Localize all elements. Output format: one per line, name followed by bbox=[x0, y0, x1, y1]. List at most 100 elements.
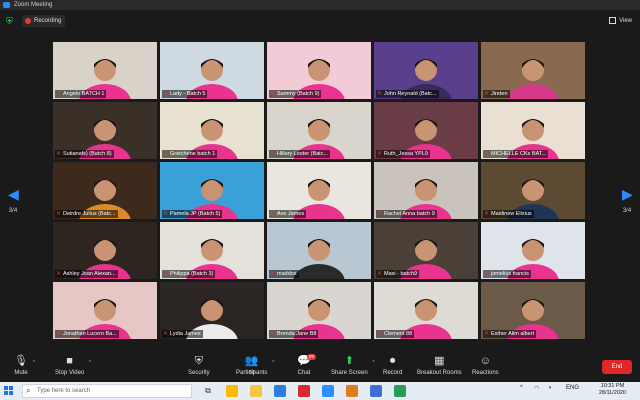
chat-button[interactable]: 💬 99 Chat bbox=[297, 354, 317, 376]
participant-name: ✕ Sammy (Batch 9) bbox=[269, 90, 322, 98]
language-indicator[interactable]: ENG bbox=[566, 385, 579, 391]
participant-name: ✕ Pamela JP (Batch 5) bbox=[162, 210, 223, 218]
netflix-icon[interactable] bbox=[298, 385, 310, 397]
muted-mic-icon: ✕ bbox=[270, 151, 276, 157]
chat-badge: 99 bbox=[307, 354, 317, 360]
chat-label: Chat bbox=[297, 370, 311, 376]
participant-tile[interactable]: ✕ Clement 88 bbox=[374, 282, 478, 339]
chrome-icon[interactable] bbox=[226, 385, 238, 397]
mute-button[interactable]: 🎙 Mute ^ bbox=[14, 355, 35, 376]
participant-tile[interactable]: ✕ jomelius francis bbox=[481, 222, 585, 279]
taskbar-search-input[interactable]: ⌕ Type here to search bbox=[22, 384, 192, 398]
participant-name-label: Deirdre Julius (Batc... bbox=[63, 211, 116, 217]
participant-tile[interactable]: ✕ Lydia James bbox=[160, 282, 264, 339]
participant-tile[interactable]: ✕ Gretchene batch 1 bbox=[160, 102, 264, 159]
participant-name-label: maddox bbox=[277, 271, 297, 277]
tray-chevron-icon[interactable]: ^ bbox=[520, 385, 523, 391]
participant-tile[interactable]: ✕ Deirdre Julius (Batc... bbox=[53, 162, 157, 219]
participants-button[interactable]: 👥89 Participants ^ bbox=[236, 355, 274, 376]
breakout-label: Breakout Rooms bbox=[417, 370, 462, 376]
participant-name: ✕ jomelius francis bbox=[483, 270, 531, 278]
participant-name-label: Maxi - batch9 bbox=[384, 271, 418, 277]
participant-tile[interactable]: ✕ Ashley Joan Alexan... bbox=[53, 222, 157, 279]
task-view-icon[interactable]: ⧉ bbox=[202, 385, 214, 397]
participant-tile[interactable]: ✕ Brenda Jane B8 bbox=[267, 282, 371, 339]
muted-mic-icon: ✕ bbox=[56, 271, 62, 277]
muted-mic-icon: ✕ bbox=[377, 151, 383, 157]
participant-name-label: Sammy (Batch 9) bbox=[277, 91, 320, 97]
chevron-up-icon[interactable]: ^ bbox=[89, 360, 91, 366]
participant-tile[interactable]: ✕ Ruth_Jessa YPL9 bbox=[374, 102, 478, 159]
speaker-icon[interactable]: ◖ bbox=[548, 385, 552, 391]
participant-tile[interactable]: ✕ Sutianafs) (Batch 8) bbox=[53, 102, 157, 159]
clock-date: 28/11/2020 bbox=[598, 390, 626, 396]
participant-name-label: Hillary Lester (Batc... bbox=[277, 151, 329, 157]
security-button[interactable]: ⛨ Security bbox=[188, 355, 210, 376]
participant-name: ✕ Jireten bbox=[483, 90, 510, 98]
participant-name: ✕ Gretchene batch 1 bbox=[162, 150, 218, 158]
participant-tile[interactable]: ✕ Philippa (Batch 3) bbox=[160, 222, 264, 279]
participant-name: ✕ Hillary Lester (Batc... bbox=[269, 150, 331, 158]
participant-tile[interactable]: ✕ Maxi - batch9 bbox=[374, 222, 478, 279]
reactions-button[interactable]: ☺ Reactions bbox=[472, 355, 499, 376]
participants-label: Participants bbox=[236, 370, 268, 376]
chevron-up-icon[interactable]: ^ bbox=[372, 360, 374, 366]
view-button[interactable]: View bbox=[609, 15, 632, 27]
recording-dot-icon bbox=[25, 18, 31, 24]
share-screen-button[interactable]: ⬆ Share Screen ^ bbox=[331, 355, 375, 376]
shield-icon[interactable]: ⛨ bbox=[6, 16, 15, 26]
smiley-icon: ☺ bbox=[479, 355, 491, 367]
windows-taskbar: ⌕ Type here to search ⧉ ^ ◠ ◖ ENG 10:31 … bbox=[0, 382, 640, 400]
edge-icon[interactable] bbox=[274, 385, 286, 397]
prev-page-button[interactable]: ◀ bbox=[8, 187, 19, 201]
participant-tile[interactable]: ✕ Esther Alim albert bbox=[481, 282, 585, 339]
wifi-icon[interactable]: ◠ bbox=[534, 385, 539, 392]
participant-name: ✕ MICHELLE CKs BAT... bbox=[483, 150, 549, 158]
window-titlebar: Zoom Meeting bbox=[0, 0, 640, 10]
record-button[interactable]: ⏺ Record bbox=[383, 355, 402, 376]
participant-tile[interactable]: ✕ MICHELLE CKs BAT... bbox=[481, 102, 585, 159]
next-page-button[interactable]: ▶ bbox=[622, 187, 633, 201]
muted-mic-icon: ✕ bbox=[56, 331, 62, 337]
participant-tile[interactable]: ✕ Maidinew Elixius bbox=[481, 162, 585, 219]
muted-mic-icon: ✕ bbox=[484, 91, 490, 97]
participant-name-label: jomelius francis bbox=[491, 271, 529, 277]
participant-name: ✕ Brenda Jane B8 bbox=[269, 330, 319, 338]
participant-tile[interactable]: ✕ Ave James bbox=[267, 162, 371, 219]
participant-name-label: John Reynald (Batc... bbox=[384, 91, 437, 97]
participant-name-label: Angelo BATCH 1 bbox=[63, 91, 105, 97]
word-icon[interactable] bbox=[370, 385, 382, 397]
zoom-icon[interactable] bbox=[322, 385, 334, 397]
participant-tile[interactable]: ✕ Lady - Batch 5 bbox=[160, 42, 264, 99]
participant-tile[interactable]: ✕ Jonathan Lucero Ba... bbox=[53, 282, 157, 339]
app-icon[interactable] bbox=[346, 385, 358, 397]
breakout-rooms-button[interactable]: ▦ Breakout Rooms bbox=[417, 355, 462, 376]
participant-tile[interactable]: ✕ Angelo BATCH 1 bbox=[53, 42, 157, 99]
excel-icon[interactable] bbox=[394, 385, 406, 397]
stop-video-button[interactable]: ■ Stop Video ^ bbox=[55, 355, 91, 376]
taskbar-clock[interactable]: 10:31 PM 28/11/2020 bbox=[599, 383, 626, 397]
participant-tile[interactable]: ✕ maddox bbox=[267, 222, 371, 279]
file-explorer-icon[interactable] bbox=[250, 385, 262, 397]
muted-mic-icon: ✕ bbox=[377, 331, 383, 337]
recording-label: Recording bbox=[34, 18, 62, 24]
participant-name-label: Esther Alim albert bbox=[491, 331, 535, 337]
participant-tile[interactable]: ✕ Hillary Lester (Batc... bbox=[267, 102, 371, 159]
participant-tile[interactable]: ✕ Pamela JP (Batch 5) bbox=[160, 162, 264, 219]
chevron-up-icon[interactable]: ^ bbox=[272, 360, 274, 366]
record-label: Record bbox=[383, 370, 403, 376]
participants-icon: 👥89 bbox=[244, 355, 259, 376]
windows-start-button[interactable] bbox=[4, 386, 14, 396]
recording-indicator[interactable]: Recording bbox=[22, 15, 66, 27]
participant-tile[interactable]: ✕ John Reynald (Batc... bbox=[374, 42, 478, 99]
participant-name: ✕ Deirdre Julius (Batc... bbox=[55, 210, 118, 218]
chevron-up-icon[interactable]: ^ bbox=[33, 360, 35, 366]
muted-mic-icon: ✕ bbox=[377, 211, 383, 217]
participant-tile[interactable]: ✕ Sammy (Batch 9) bbox=[267, 42, 371, 99]
participant-tile[interactable]: ✕ Rachel Anna batch 9 bbox=[374, 162, 478, 219]
zoom-logo-icon bbox=[3, 2, 10, 8]
participant-tile[interactable]: ✕ Jireten bbox=[481, 42, 585, 99]
security-label: Security bbox=[188, 370, 210, 376]
muted-mic-icon: ✕ bbox=[163, 151, 169, 157]
end-meeting-button[interactable]: End bbox=[602, 360, 632, 374]
